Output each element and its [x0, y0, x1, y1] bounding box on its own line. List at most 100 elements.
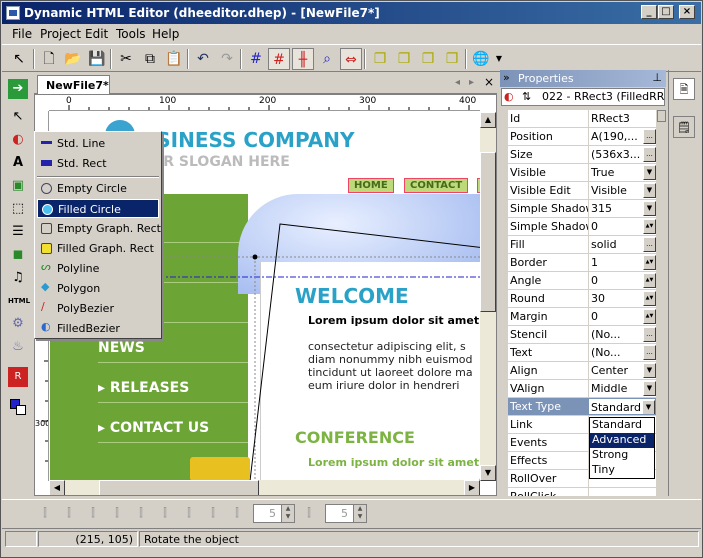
property-row[interactable]: Text (No......: [508, 344, 656, 362]
object-selector[interactable]: ◐ ⇅ 022 - RRect3 (FilledRR: [501, 88, 665, 106]
paste-icon[interactable]: 📋: [163, 48, 185, 70]
property-row[interactable]: Round 30 ▲▼: [508, 290, 656, 308]
menu-item-filledbezier[interactable]: ◐ FilledBezier: [37, 319, 159, 338]
ellipsis-button[interactable]: ...: [643, 345, 656, 360]
property-value[interactable]: 0 ▲▼: [588, 308, 656, 325]
effect-icon[interactable]: ♨: [8, 337, 28, 357]
property-value[interactable]: Center ▼: [588, 362, 656, 379]
property-row[interactable]: Id RRect3: [508, 110, 656, 128]
send-back-icon[interactable]: ❐: [393, 48, 415, 70]
align-middle-icon[interactable]: ⫿: [133, 506, 149, 522]
property-value[interactable]: RRect3: [588, 110, 656, 127]
property-row[interactable]: Simple Shadow 0 ▲▼: [508, 218, 656, 236]
spacing-h-stepper[interactable]: 5 ▲ ▼: [253, 504, 295, 523]
scroll-up-icon[interactable]: ▲: [480, 112, 496, 128]
document-panel-icon[interactable]: 🗎: [673, 78, 695, 100]
tab-next-icon[interactable]: ▸: [469, 77, 474, 88]
minimize-button[interactable]: _: [641, 5, 657, 19]
spin-arrows-icon[interactable]: ▲ ▼: [281, 505, 294, 522]
spin-icon[interactable]: ▲▼: [643, 273, 656, 288]
property-row[interactable]: Visible True ▼: [508, 164, 656, 182]
scroll-down-icon[interactable]: ▼: [480, 465, 496, 481]
property-value[interactable]: Visible ▼: [588, 182, 656, 199]
property-row[interactable]: Position A(190,......: [508, 128, 656, 146]
send-backward-icon[interactable]: ❐: [441, 48, 463, 70]
property-row[interactable]: Visible Edit Visible ▼: [508, 182, 656, 200]
plugin-icon[interactable]: ⚙: [8, 314, 28, 334]
menu-file[interactable]: File: [12, 27, 32, 41]
select-icon[interactable]: ↖: [8, 107, 28, 127]
property-value[interactable]: Middle ▼: [588, 380, 656, 397]
tab-close-icon[interactable]: ×: [484, 75, 494, 89]
align-left-icon[interactable]: ⫿: [37, 506, 53, 522]
text-type-option[interactable]: Tiny: [590, 463, 654, 478]
dropdown-icon[interactable]: ▼: [643, 381, 656, 396]
bring-forward-icon[interactable]: ❐: [417, 48, 439, 70]
record-icon[interactable]: R: [8, 367, 28, 387]
tab-newfile7[interactable]: NewFile7*: [37, 75, 110, 94]
spin-icon[interactable]: ▲▼: [643, 309, 656, 324]
menu-item-empty-graph-rect[interactable]: Empty Graph. Rect: [37, 219, 161, 238]
menu-item-polyline[interactable]: ᔕ Polyline: [37, 259, 159, 278]
spacing-v-stepper[interactable]: 5 ▲ ▼: [325, 504, 367, 523]
dropdown-icon[interactable]: ▼: [642, 400, 655, 414]
distribute-icon[interactable]: ⫿: [301, 506, 317, 522]
align-right-icon[interactable]: ⫿: [85, 506, 101, 522]
pin-icon[interactable]: ⊥: [652, 71, 662, 84]
arrow-right-icon[interactable]: ➔: [8, 79, 28, 99]
property-value[interactable]: 30 ▲▼: [588, 290, 656, 307]
maximize-button[interactable]: □: [658, 5, 674, 19]
snap-grid-icon[interactable]: #: [268, 48, 290, 70]
property-row[interactable]: Size (536x3......: [508, 146, 656, 164]
undo-icon[interactable]: ↶: [192, 48, 214, 70]
html-icon[interactable]: HTML: [8, 291, 30, 311]
property-value[interactable]: (No......: [588, 326, 656, 343]
menu-item-std-line[interactable]: Std. Line: [37, 134, 159, 153]
scroll-left-icon[interactable]: ◀: [49, 480, 65, 495]
text-type-option[interactable]: Strong: [590, 448, 654, 463]
align-bottom-icon[interactable]: ⫿: [157, 506, 173, 522]
bring-front-icon[interactable]: ❐: [369, 48, 391, 70]
text-type-option[interactable]: Standard: [590, 418, 654, 433]
menu-item-filled-circle[interactable]: Filled Circle: [37, 199, 159, 218]
image-icon[interactable]: ▣: [8, 176, 28, 196]
grid-icon[interactable]: #: [245, 48, 267, 70]
property-row[interactable]: Text Type Standard ▼: [508, 398, 656, 416]
text-icon[interactable]: A: [8, 153, 28, 173]
redo-icon[interactable]: ↷: [216, 48, 238, 70]
property-row[interactable]: Stencil (No......: [508, 326, 656, 344]
flash-icon[interactable]: ◼: [8, 245, 28, 265]
dropdown-icon[interactable]: ▼: [643, 183, 656, 198]
tab-prev-icon[interactable]: ◂: [455, 77, 460, 88]
copy-icon[interactable]: ⧉: [139, 48, 161, 70]
properties-scrollbar[interactable]: [657, 110, 666, 496]
property-value[interactable]: 0 ▲▼: [588, 218, 656, 235]
align-top-icon[interactable]: ⫿: [109, 506, 125, 522]
music-icon[interactable]: ♫: [8, 268, 28, 288]
ellipsis-button[interactable]: ...: [643, 237, 656, 252]
property-row[interactable]: Border 1 ▲▼: [508, 254, 656, 272]
menu-tools[interactable]: Tools: [116, 27, 146, 41]
spin-arrows-icon[interactable]: ▲ ▼: [353, 505, 366, 522]
close-button[interactable]: ×: [679, 5, 695, 19]
space-v-icon[interactable]: ⫿: [205, 506, 221, 522]
ellipsis-button[interactable]: ...: [643, 129, 656, 144]
menu-item-polygon[interactable]: ◆ Polygon: [37, 279, 159, 298]
property-value[interactable]: 0 ▲▼: [588, 272, 656, 289]
editor-vertical-scrollbar[interactable]: ▲ ▼: [480, 112, 496, 481]
space-h-icon[interactable]: ⫿: [181, 506, 197, 522]
spin-icon[interactable]: ▲▼: [643, 219, 656, 234]
chevron-down-icon[interactable]: ▼: [488, 48, 510, 70]
property-value[interactable]: A(190,......: [588, 128, 656, 145]
color-picker-icon[interactable]: [8, 397, 28, 417]
property-value[interactable]: True ▼: [588, 164, 656, 181]
save-icon[interactable]: 💾: [86, 48, 108, 70]
align-center-icon[interactable]: ⫿: [61, 506, 77, 522]
menu-item-std-rect[interactable]: Std. Rect: [37, 154, 159, 173]
ellipsis-button[interactable]: ...: [643, 147, 656, 162]
property-row[interactable]: Angle 0 ▲▼: [508, 272, 656, 290]
property-value[interactable]: solid...: [588, 236, 656, 253]
property-value[interactable]: 1 ▲▼: [588, 254, 656, 271]
props-scroll-thumb[interactable]: [657, 110, 666, 122]
hscroll-thumb[interactable]: [99, 480, 259, 495]
